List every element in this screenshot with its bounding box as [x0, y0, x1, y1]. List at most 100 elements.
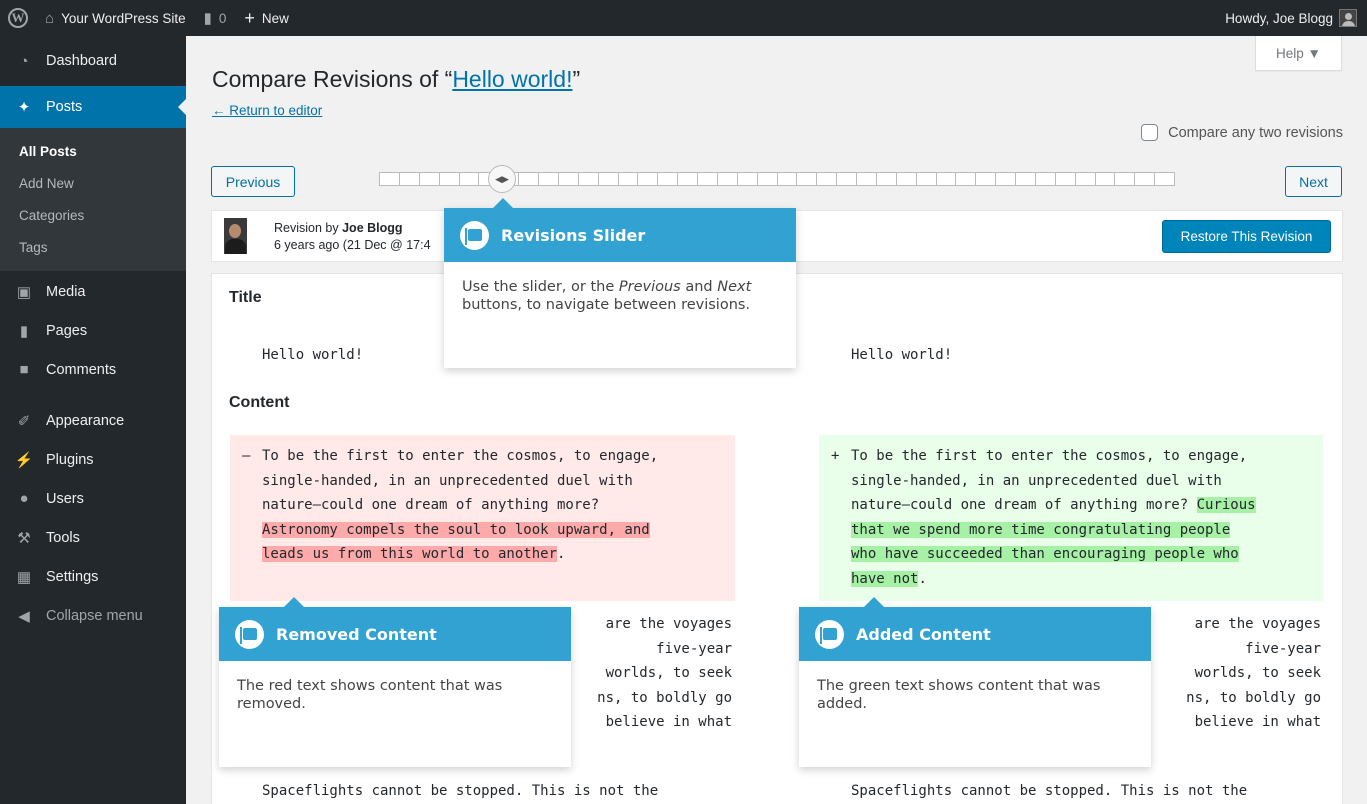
- sidebar-item-tools[interactable]: ⚒ Tools: [0, 518, 186, 557]
- post-title-link[interactable]: Hello world!: [452, 66, 572, 92]
- slider-tick[interactable]: [1135, 172, 1156, 186]
- pin-icon: ✦: [17, 99, 31, 116]
- slider-tick[interactable]: [658, 172, 679, 186]
- slider-tick[interactable]: [936, 172, 957, 186]
- slider-tick[interactable]: [519, 172, 539, 186]
- slider-tick[interactable]: [1095, 172, 1116, 186]
- pages-icon: ▮: [19, 322, 29, 340]
- plugin-icon: ⚡: [14, 451, 34, 469]
- media-icon: ▣: [16, 283, 32, 301]
- unchanged-paragraph-right-2: Spaceflights cannot be stopped. This is …: [851, 783, 1248, 799]
- removed-line: nature—could one dream of anything more?: [262, 497, 600, 513]
- submenu-tags[interactable]: Tags: [0, 231, 186, 263]
- collapse-menu-button[interactable]: ◀ Collapse menu: [0, 596, 186, 635]
- pointer-text-em: Next: [717, 279, 752, 295]
- pointer-body: The red text shows content that was remo…: [237, 678, 503, 712]
- slider-tick[interactable]: [678, 172, 698, 186]
- deleted-text: leads us from this world to another: [262, 546, 558, 562]
- removed-sign: –: [242, 448, 251, 464]
- slider-tick[interactable]: [380, 172, 400, 186]
- pointer-title: Revisions Slider: [501, 225, 646, 245]
- revision-by-label: Revision by: [274, 221, 339, 235]
- slider-tick[interactable]: [1115, 172, 1136, 186]
- slider-tick[interactable]: [896, 172, 917, 186]
- slider-tick[interactable]: [976, 172, 997, 186]
- slider-tick[interactable]: [1035, 172, 1056, 186]
- submenu-add-new[interactable]: Add New: [0, 167, 186, 199]
- sidebar-item-appearance[interactable]: ✐ Appearance: [0, 401, 186, 440]
- home-icon: ⌂: [45, 9, 55, 27]
- sidebar-item-users[interactable]: ● Users: [0, 479, 186, 518]
- slider-tick[interactable]: [837, 172, 857, 186]
- return-to-editor-link[interactable]: ← Return to editor: [212, 103, 322, 118]
- page-title: Compare Revisions of “Hello world!”: [212, 66, 580, 93]
- avatar: [1339, 9, 1357, 27]
- sidebar-item-posts[interactable]: ✦ Posts: [0, 86, 186, 128]
- slider-tick[interactable]: [578, 172, 599, 186]
- pointer-header: Revisions Slider: [444, 208, 796, 262]
- slider-tick[interactable]: [876, 172, 897, 186]
- sidebar-item-plugins[interactable]: ⚡ Plugins: [0, 440, 186, 479]
- sidebar-item-pages[interactable]: ▮ Pages: [0, 311, 186, 350]
- compare-two-label: Compare any two revisions: [1168, 124, 1343, 141]
- drag-arrows-icon: ◀▶: [495, 173, 509, 184]
- restore-revision-button[interactable]: Restore This Revision: [1162, 220, 1331, 253]
- sidebar-item-label: Pages: [46, 322, 88, 339]
- pointer-body: Use the slider, or the Previous and Next…: [444, 262, 796, 330]
- slider-tick[interactable]: [717, 172, 738, 186]
- slider-tick[interactable]: [817, 172, 838, 186]
- previous-button[interactable]: Previous: [211, 166, 295, 197]
- pointer-text: and: [680, 279, 718, 295]
- slider-tick[interactable]: [419, 172, 440, 186]
- slider-tick[interactable]: [618, 172, 639, 186]
- submenu-all-posts[interactable]: All Posts: [0, 135, 186, 167]
- flag-icon: [235, 619, 264, 649]
- slider-tick[interactable]: [459, 172, 480, 186]
- wordpress-logo-icon[interactable]: W: [0, 0, 36, 36]
- slider-tick[interactable]: [638, 172, 659, 186]
- sidebar-item-label: Tools: [46, 529, 80, 546]
- pointer-header: Removed Content: [219, 607, 571, 661]
- pointer-arrow: [284, 597, 304, 607]
- slider-tick[interactable]: [439, 172, 460, 186]
- slider-tick[interactable]: [956, 172, 977, 186]
- comment-icon: ■: [19, 361, 29, 378]
- sidebar-item-label: Collapse menu: [46, 607, 143, 624]
- sidebar-item-comments[interactable]: ■ Comments: [0, 350, 186, 389]
- compare-two-toggle[interactable]: Compare any two revisions: [1141, 124, 1343, 141]
- new-content-link[interactable]: + New: [235, 0, 298, 36]
- dashboard-icon: ◔: [19, 52, 29, 70]
- removed-content-pointer: Removed Content The red text shows conte…: [219, 597, 571, 767]
- slider-tick[interactable]: [757, 172, 778, 186]
- flag-icon: [815, 619, 844, 649]
- slider-tick[interactable]: [1155, 172, 1175, 186]
- slider-tick[interactable]: [916, 172, 937, 186]
- slider-tick[interactable]: [737, 172, 758, 186]
- sidebar-item-dashboard[interactable]: ◔ Dashboard: [0, 36, 186, 86]
- slider-tick[interactable]: [698, 172, 718, 186]
- slider-tick[interactable]: [539, 172, 559, 186]
- slider-tick[interactable]: [598, 172, 619, 186]
- compare-two-checkbox[interactable]: [1141, 124, 1159, 141]
- help-tab-button[interactable]: Help ▼: [1255, 36, 1342, 71]
- slider-tick[interactable]: [1055, 172, 1076, 186]
- slider-tick[interactable]: [1016, 172, 1036, 186]
- title-old-value: Hello world!: [262, 347, 364, 363]
- sidebar-item-media[interactable]: ▣ Media: [0, 272, 186, 311]
- slider-tick[interactable]: [857, 172, 877, 186]
- slider-tick[interactable]: [996, 172, 1016, 186]
- slider-tick[interactable]: [1075, 172, 1096, 186]
- slider-tick[interactable]: [777, 172, 798, 186]
- next-button[interactable]: Next: [1285, 166, 1342, 197]
- sidebar-item-settings[interactable]: ▦ Settings: [0, 557, 186, 596]
- slider-tick[interactable]: [797, 172, 818, 186]
- author-avatar: [224, 218, 247, 254]
- submenu-categories[interactable]: Categories: [0, 199, 186, 231]
- site-name-link[interactable]: ⌂ Your WordPress Site: [36, 0, 195, 36]
- slider-tick[interactable]: [558, 172, 579, 186]
- slider-handle[interactable]: ◀▶: [488, 165, 516, 193]
- comments-link[interactable]: ▮ 0: [195, 0, 236, 36]
- slider-tick[interactable]: [399, 172, 420, 186]
- my-account-link[interactable]: Howdy, Joe Blogg: [1216, 0, 1367, 36]
- title-prefix: Compare Revisions of “: [212, 66, 453, 92]
